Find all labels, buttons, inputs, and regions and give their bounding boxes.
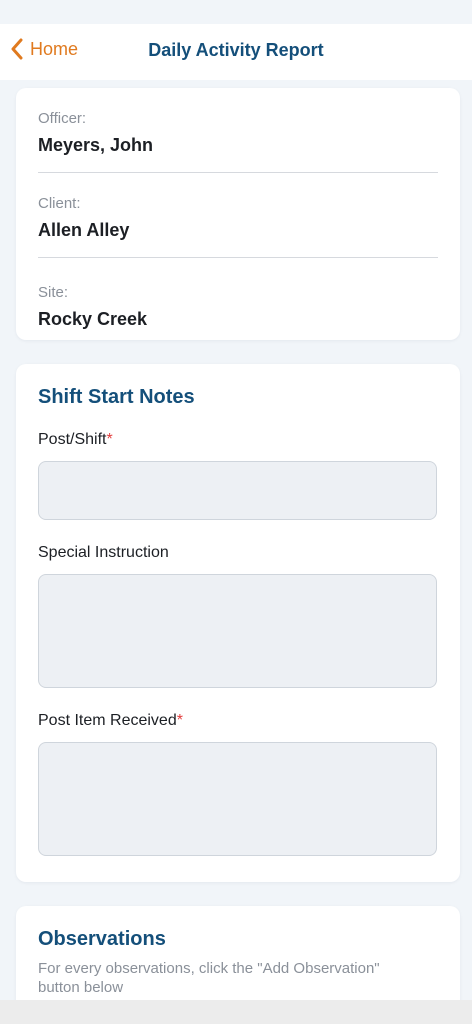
client-label: Client:	[38, 195, 81, 212]
site-info: Site: Rocky Creek	[38, 258, 438, 330]
post-item-received-input[interactable]	[38, 742, 437, 856]
assignment-info-card: Officer: Meyers, John Client: Allen Alle…	[16, 88, 460, 340]
bottom-bar	[0, 1000, 472, 1024]
observations-description: For every observations, click the "Add O…	[38, 960, 380, 996]
officer-value: Meyers, John	[38, 135, 154, 155]
client-info: Client: Allen Alley	[38, 173, 438, 258]
status-bar-gap	[0, 0, 472, 24]
scroll-content[interactable]: Officer: Meyers, John Client: Allen Alle…	[0, 80, 472, 1000]
site-value: Rocky Creek	[38, 309, 148, 329]
post-shift-label-text: Post/Shift	[38, 431, 107, 448]
officer-label: Officer:	[38, 110, 87, 127]
screen: Home Daily Activity Report Officer: Meye…	[0, 0, 472, 1024]
navigation-bar: Home Daily Activity Report	[0, 24, 472, 80]
client-value: Allen Alley	[38, 220, 130, 240]
post-item-received-label: Post Item Received*	[38, 712, 438, 730]
shift-start-notes-title: Shift Start Notes	[38, 386, 195, 408]
page-title: Daily Activity Report	[148, 40, 324, 60]
post-shift-input[interactable]	[38, 461, 437, 520]
special-instruction-label: Special Instruction	[38, 544, 169, 561]
post-shift-label: Post/Shift*	[38, 431, 438, 449]
observations-title: Observations	[38, 928, 166, 950]
observations-card: Observations For every observations, cli…	[16, 906, 460, 1000]
site-label: Site:	[38, 284, 69, 301]
special-instruction-input[interactable]	[38, 574, 437, 688]
post-item-received-label-text: Post Item Received	[38, 712, 177, 729]
required-marker: *	[176, 712, 183, 729]
shift-start-notes-card: Shift Start Notes Post/Shift* Special In…	[16, 364, 460, 882]
required-marker: *	[106, 431, 113, 448]
officer-info: Officer: Meyers, John	[38, 88, 438, 173]
